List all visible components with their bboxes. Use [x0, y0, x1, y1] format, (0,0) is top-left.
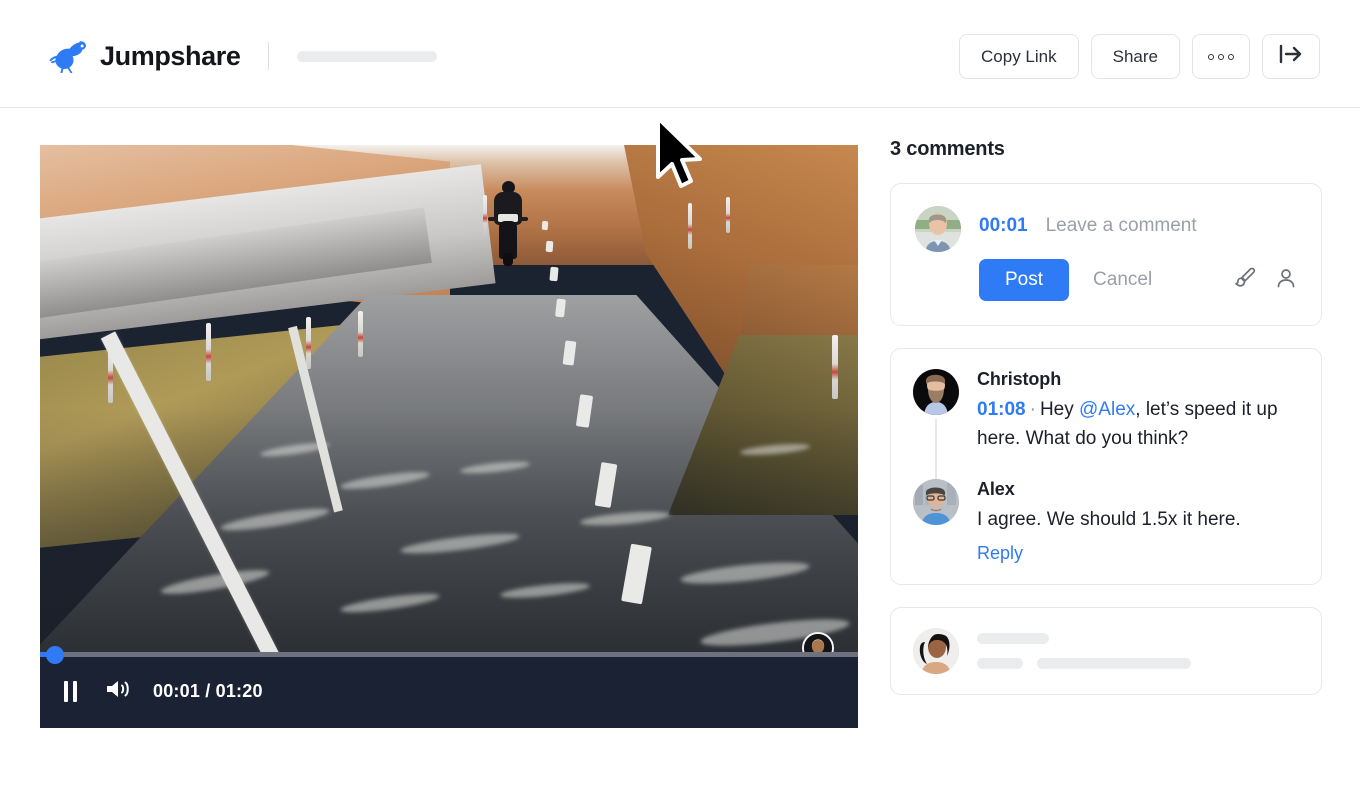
reply-link[interactable]: Reply	[977, 543, 1023, 564]
comments-panel: 3 comments 00:01 Leave a comment Post Ca…	[890, 138, 1322, 695]
comment-author-name: Alex	[977, 479, 1015, 499]
compose-timestamp[interactable]: 00:01	[979, 215, 1028, 237]
seek-handle[interactable]	[46, 646, 64, 664]
comment-author-avatar	[913, 479, 959, 525]
share-button[interactable]: Share	[1090, 34, 1180, 79]
more-options-button[interactable]	[1192, 34, 1250, 79]
motorcyclist	[488, 181, 528, 266]
video-frame	[40, 145, 858, 728]
comment-thread: Christoph 01:08 · Hey @Alex, let’s speed i…	[913, 369, 1299, 564]
comment-input-placeholder[interactable]: Leave a comment	[1046, 215, 1197, 237]
person-mention-icon[interactable]	[1275, 267, 1297, 294]
comment-text: 01:08 · Hey @Alex, let’s speed it up here.…	[977, 396, 1299, 453]
kangaroo-logo-icon	[48, 39, 90, 73]
comment-item: Christoph 01:08 · Hey @Alex, let’s speed i…	[913, 369, 1299, 453]
paintbrush-icon[interactable]	[1231, 267, 1257, 294]
comment-text: I agree. We should 1.5x it here.	[977, 509, 1241, 530]
time-display: 00:01 / 01:20	[153, 681, 263, 701]
brand-name: Jumpshare	[100, 40, 241, 71]
file-title-placeholder	[297, 50, 438, 62]
comment-author-avatar	[913, 369, 959, 415]
current-user-avatar	[915, 206, 961, 252]
copy-link-button[interactable]: Copy Link	[959, 34, 1079, 79]
more-options-icon	[1208, 53, 1234, 60]
comment-text-before: Hey	[1039, 399, 1080, 420]
exit-button[interactable]	[1262, 34, 1320, 79]
video-player[interactable]: 00:01 / 01:20	[40, 145, 858, 728]
comment-timestamp[interactable]: 01:08	[977, 399, 1026, 420]
main-content: 00:01 / 01:20 3 comments 00:01 Leave a c…	[0, 108, 1360, 802]
brand: Jumpshare	[48, 34, 438, 78]
comment-separator: ·	[1029, 399, 1036, 420]
header-divider	[268, 42, 270, 70]
comment-author-name: Christoph	[977, 369, 1062, 389]
app-window: Jumpshare Copy Link Share 00:01 / 01:20 …	[0, 0, 1360, 802]
volume-on-icon[interactable]	[105, 678, 131, 705]
mention-link[interactable]: @Alex	[1079, 399, 1135, 420]
exit-icon	[1278, 44, 1304, 69]
comments-count-heading: 3 comments	[890, 138, 1005, 160]
comment-placeholder-lines	[977, 632, 1299, 669]
pause-icon[interactable]	[64, 681, 77, 702]
video-controls: 00:01 / 01:20	[40, 646, 858, 728]
seek-bar[interactable]	[40, 646, 858, 664]
post-button[interactable]: Post	[979, 259, 1070, 301]
header-actions: Copy Link Share	[959, 34, 1320, 79]
comment-loading-card	[890, 606, 1322, 695]
cancel-button[interactable]: Cancel	[1093, 269, 1152, 291]
comment-thread-card: Christoph 01:08 · Hey @Alex, let’s speed i…	[890, 348, 1322, 585]
app-header: Jumpshare Copy Link Share	[0, 0, 1360, 108]
comment-author-avatar	[913, 627, 959, 674]
comment-item: Alex I agree. We should 1.5x it here. Re…	[913, 479, 1299, 564]
comment-compose-card[interactable]: 00:01 Leave a comment Post Cancel	[890, 183, 1322, 326]
